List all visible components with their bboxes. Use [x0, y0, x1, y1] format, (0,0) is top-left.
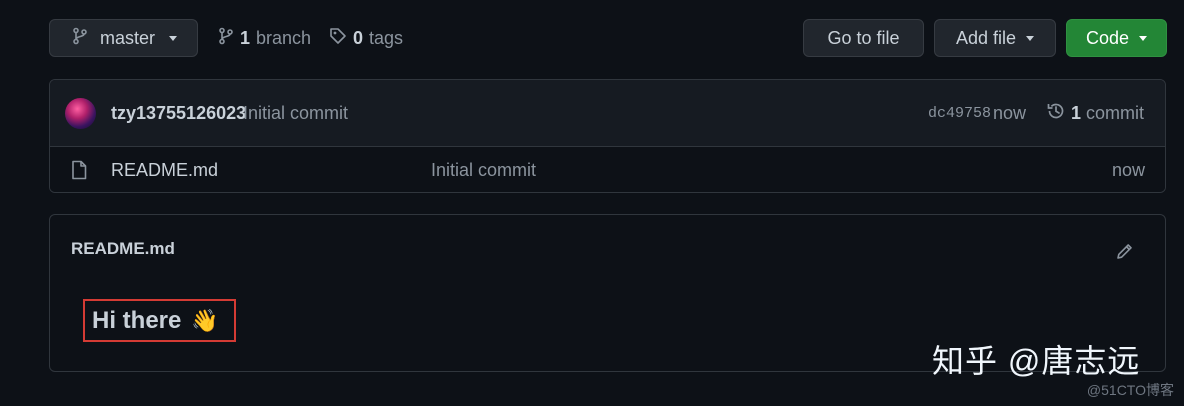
51cto-watermark: @51CTO博客 [1086, 382, 1174, 398]
chevron-down-icon [1026, 35, 1035, 41]
pencil-icon[interactable] [1115, 241, 1135, 266]
add-file-button[interactable]: Add file [934, 19, 1056, 57]
tag-icon [329, 27, 347, 50]
repo-toolbar: master 1 branch 0 tags Go to file Add fi… [0, 0, 1184, 78]
commit-author-link[interactable]: tzy13755126023 [111, 103, 246, 124]
commit-time: now [993, 103, 1027, 123]
code-label: Code [1085, 27, 1130, 48]
tags-count: 0 [353, 27, 364, 48]
zhihu-watermark: 知乎 @唐志远 [932, 343, 1141, 379]
branches-link[interactable]: 1 branch [218, 26, 311, 50]
branch-select-button[interactable]: master [49, 19, 198, 57]
commit-message-link[interactable]: Initial commit [243, 103, 348, 124]
git-branch-icon [218, 27, 234, 50]
code-button[interactable]: Code [1066, 19, 1167, 57]
avatar[interactable] [65, 98, 96, 129]
tags-label: tags [369, 27, 404, 48]
go-to-file-label: Go to file [827, 27, 900, 48]
add-file-label: Add file [955, 27, 1017, 48]
commit-history-link[interactable]: 1 commit [1046, 101, 1144, 126]
waving-hand-icon: 👋 [191, 307, 219, 333]
commit-count: 1 [1071, 103, 1082, 123]
git-branch-icon [72, 27, 88, 50]
go-to-file-button[interactable]: Go to file [803, 19, 924, 57]
commit-sha-link[interactable]: dc49758 [928, 105, 991, 122]
latest-commit-bar: tzy13755126023 Initial commit dc49758 no… [50, 80, 1165, 147]
chevron-down-icon [169, 35, 178, 41]
file-row[interactable]: README.md Initial commit now [50, 147, 1165, 192]
chevron-down-icon [1139, 35, 1148, 41]
tags-link[interactable]: 0 tags [329, 26, 403, 50]
history-icon [1046, 101, 1066, 126]
readme-heading-highlighted: Hi there 👋 [83, 299, 236, 342]
branches-label: branch [256, 27, 312, 48]
branch-name: master [100, 27, 156, 48]
repo-page: master 1 branch 0 tags Go to file Add fi… [0, 0, 1184, 406]
readme-title: README.md [71, 239, 175, 258]
file-name-link[interactable]: README.md [111, 160, 218, 181]
file-icon [71, 160, 87, 185]
readme-heading-text: Hi there [92, 306, 182, 334]
file-commit-message-link[interactable]: Initial commit [431, 160, 536, 181]
file-listing: tzy13755126023 Initial commit dc49758 no… [49, 79, 1166, 193]
commit-count-label: commit [1086, 103, 1145, 123]
file-age: now [1111, 160, 1145, 180]
branches-count: 1 [240, 27, 251, 48]
